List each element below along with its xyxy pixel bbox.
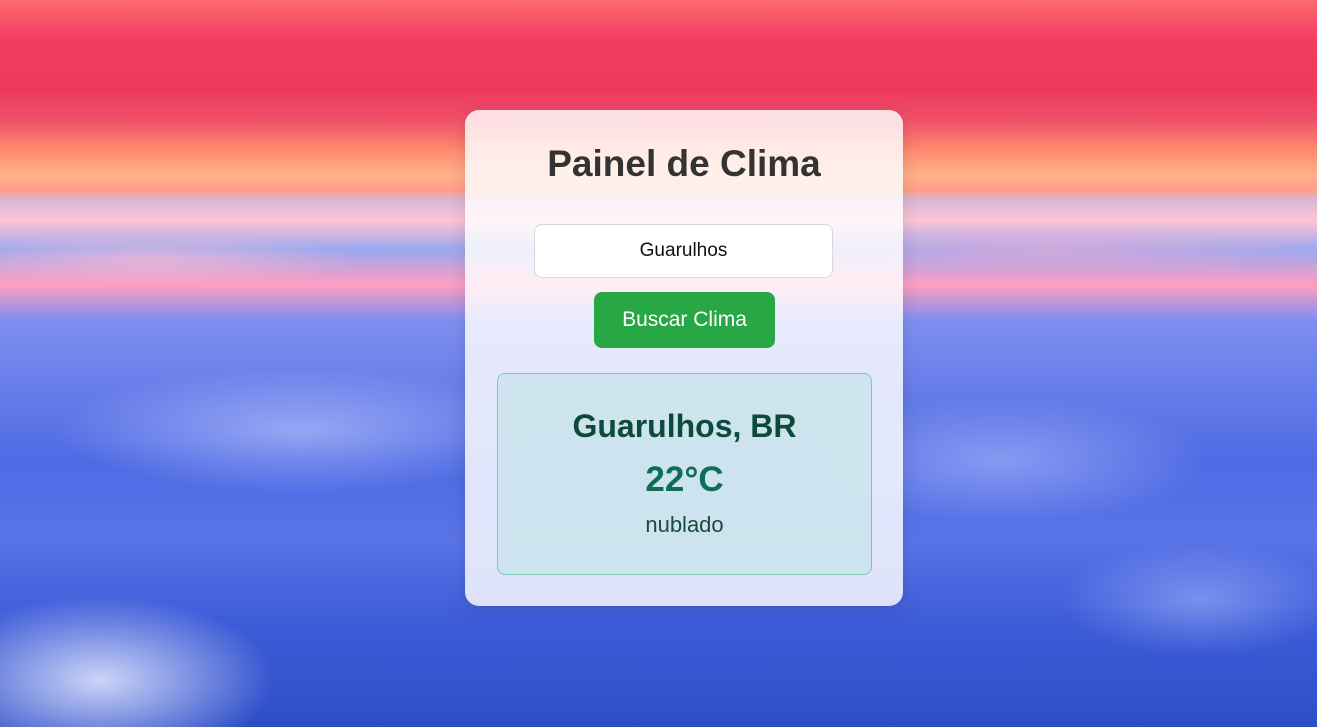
result-description: nublado	[645, 512, 724, 537]
weather-panel: Painel de Clima Buscar Clima Guarulhos, …	[465, 110, 903, 606]
weather-result: Guarulhos, BR 22°C nublado	[497, 373, 872, 575]
search-weather-button[interactable]: Buscar Clima	[594, 292, 775, 348]
result-temperature: 22°C	[645, 460, 724, 499]
page-title: Painel de Clima	[547, 143, 821, 184]
city-input[interactable]	[534, 224, 833, 278]
result-location: Guarulhos, BR	[572, 408, 797, 444]
